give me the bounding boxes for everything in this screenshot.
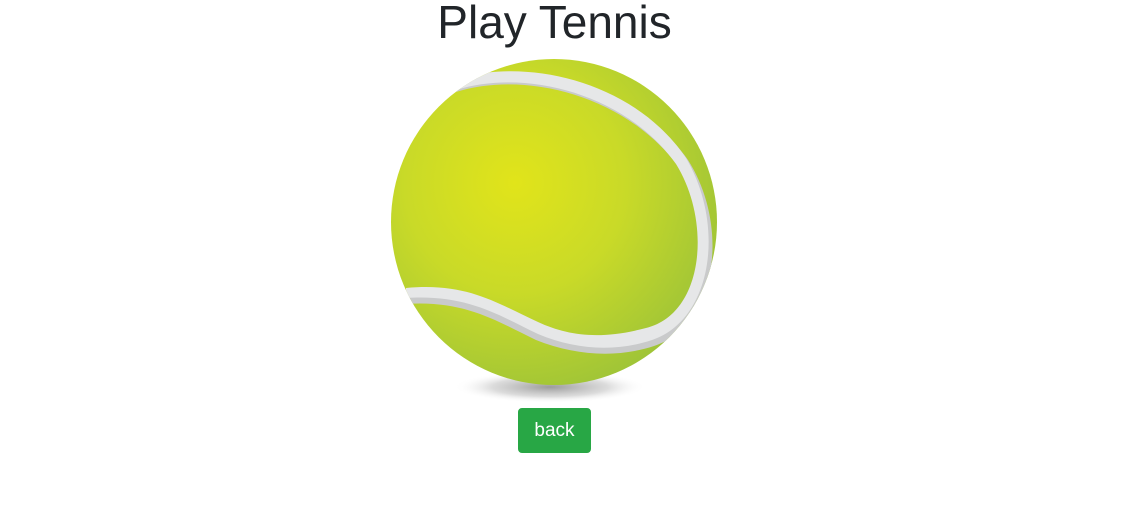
- tennis-ball-image: [386, 56, 722, 406]
- page-title: Play Tennis: [437, 0, 672, 48]
- back-button[interactable]: back: [518, 408, 591, 453]
- page: Play Tennis back: [0, 0, 1146, 506]
- tennis-ball-illustration: [391, 59, 717, 403]
